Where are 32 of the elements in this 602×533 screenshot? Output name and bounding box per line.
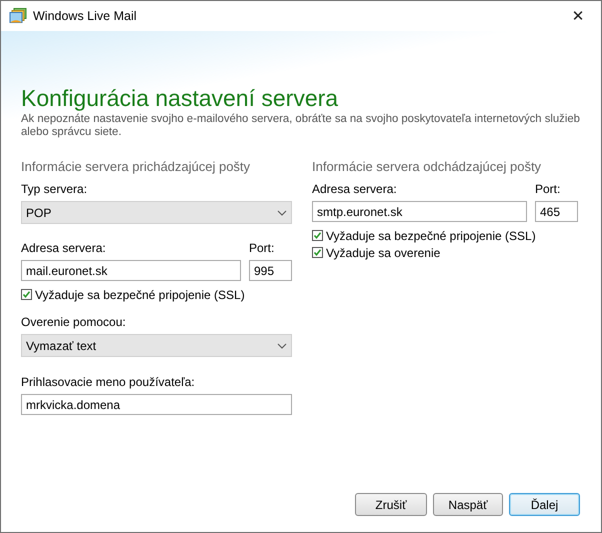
field-label: Port: <box>535 182 562 196</box>
section-heading: Informácie servera odchádzajúcej pošty <box>312 159 542 174</box>
input-field[interactable]: mail.euronet.sk <box>21 260 241 281</box>
page-heading: Konfigurácia nastavení servera <box>21 85 340 111</box>
checkbox[interactable] <box>21 289 32 300</box>
input-field[interactable]: mrkvicka.domena <box>21 394 292 415</box>
dropdown[interactable]: Vymazať text <box>21 334 292 357</box>
checkbox-label: Vyžaduje sa bezpečné pripojenie (SSL) <box>326 228 536 242</box>
section-heading: Informácie servera prichádzajúcej pošty <box>21 159 252 174</box>
checkbox[interactable] <box>312 247 323 258</box>
input-field[interactable]: smtp.euronet.sk <box>312 201 527 222</box>
checkbox[interactable] <box>312 230 323 241</box>
field-label: Adresa servera: <box>312 182 398 196</box>
dialog-button[interactable]: Zrušiť <box>355 493 427 516</box>
field-label: Typ servera: <box>21 182 88 196</box>
checkbox-label: Vyžaduje sa overenie <box>326 246 440 260</box>
input-field[interactable]: 995 <box>249 260 292 281</box>
field-label: Adresa servera: <box>21 241 107 255</box>
window-title: Windows Live Mail <box>33 9 138 23</box>
input-field[interactable]: 465 <box>535 201 578 222</box>
dropdown[interactable]: POP <box>21 201 292 224</box>
dialog-button[interactable]: Ďalej <box>509 493 580 516</box>
field-label: Prihlasovacie meno používateľa: <box>21 375 196 389</box>
field-label: Overenie pomocou: <box>21 315 127 329</box>
chevron-down-icon <box>277 342 287 348</box>
checkbox-label: Vyžaduje sa bezpečné pripojenie (SSL) <box>35 288 245 302</box>
app-icon <box>9 8 27 24</box>
dialog-button[interactable]: Naspäť <box>433 493 503 516</box>
field-label: Port: <box>249 241 276 255</box>
close-button[interactable]: ✕ <box>555 1 601 31</box>
description: Ak nepoznáte nastavenie svojho e-mailového servera, obráťte sa na svojho poskytovateľa internetových služieb alebo správcu siete. <box>21 113 581 139</box>
chevron-down-icon <box>277 210 287 216</box>
